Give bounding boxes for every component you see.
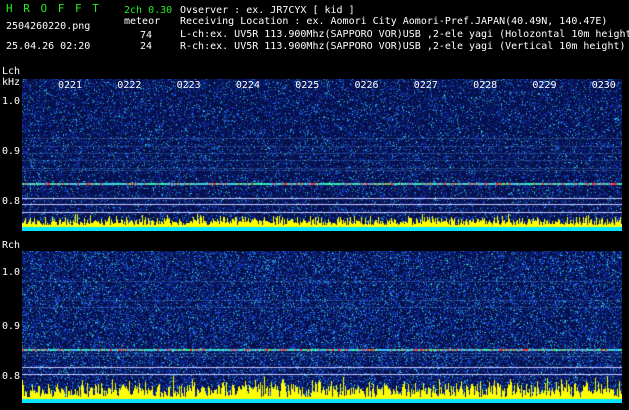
rch-label: Rch (2, 240, 21, 251)
time-label-0230: 0230 (591, 80, 616, 91)
rch-tick-0.9: 0.9 (2, 321, 21, 332)
time-axis-labels: 0221 0222 0223 0224 0225 0226 0227 0228 0229 0230 (0, 80, 629, 92)
lch-tick-0.8: 0.8 (2, 196, 21, 207)
rch-count: 24 (140, 41, 153, 52)
time-label-0229: 0229 (532, 80, 557, 91)
lch-spectrogram (22, 79, 622, 231)
rch-tick-1.0: 1.0 (2, 267, 21, 278)
lch-label: Lch (2, 66, 21, 77)
time-label-0223: 0223 (176, 80, 201, 91)
app-title: H R O F F T (6, 2, 101, 15)
time-label-0222: 0222 (117, 80, 142, 91)
lch-tick-1.0: 1.0 (2, 96, 21, 107)
filename-label: 2504260220.png (6, 21, 91, 32)
time-label-0226: 0226 (354, 80, 379, 91)
location-line: Receiving Location : ex. Aomori City Aom… (180, 16, 608, 27)
time-label-0227: 0227 (413, 80, 438, 91)
version-label: 2ch 0.30 (124, 5, 173, 16)
lch-count: 74 (140, 30, 153, 41)
rch-spectrogram (22, 251, 622, 403)
observer-line: Ovserver : ex. JR7CYX [ kid ] (180, 5, 355, 16)
rch-tick-0.8: 0.8 (2, 371, 21, 382)
time-label-0225: 0225 (295, 80, 320, 91)
rch-info-line: R-ch:ex. UV5R 113.900Mhz(SAPPORO VOR)USB… (180, 41, 626, 52)
datetime-label: 25.04.26 02:20 (6, 41, 91, 52)
lch-info-line: L-ch:ex. UV5R 113.900Mhz(SAPPORO VOR)USB… (180, 29, 629, 40)
time-label-0221: 0221 (58, 80, 83, 91)
lch-tick-0.9: 0.9 (2, 146, 21, 157)
mode-label: meteor (124, 16, 161, 27)
time-label-0228: 0228 (473, 80, 498, 91)
time-label-0224: 0224 (235, 80, 260, 91)
